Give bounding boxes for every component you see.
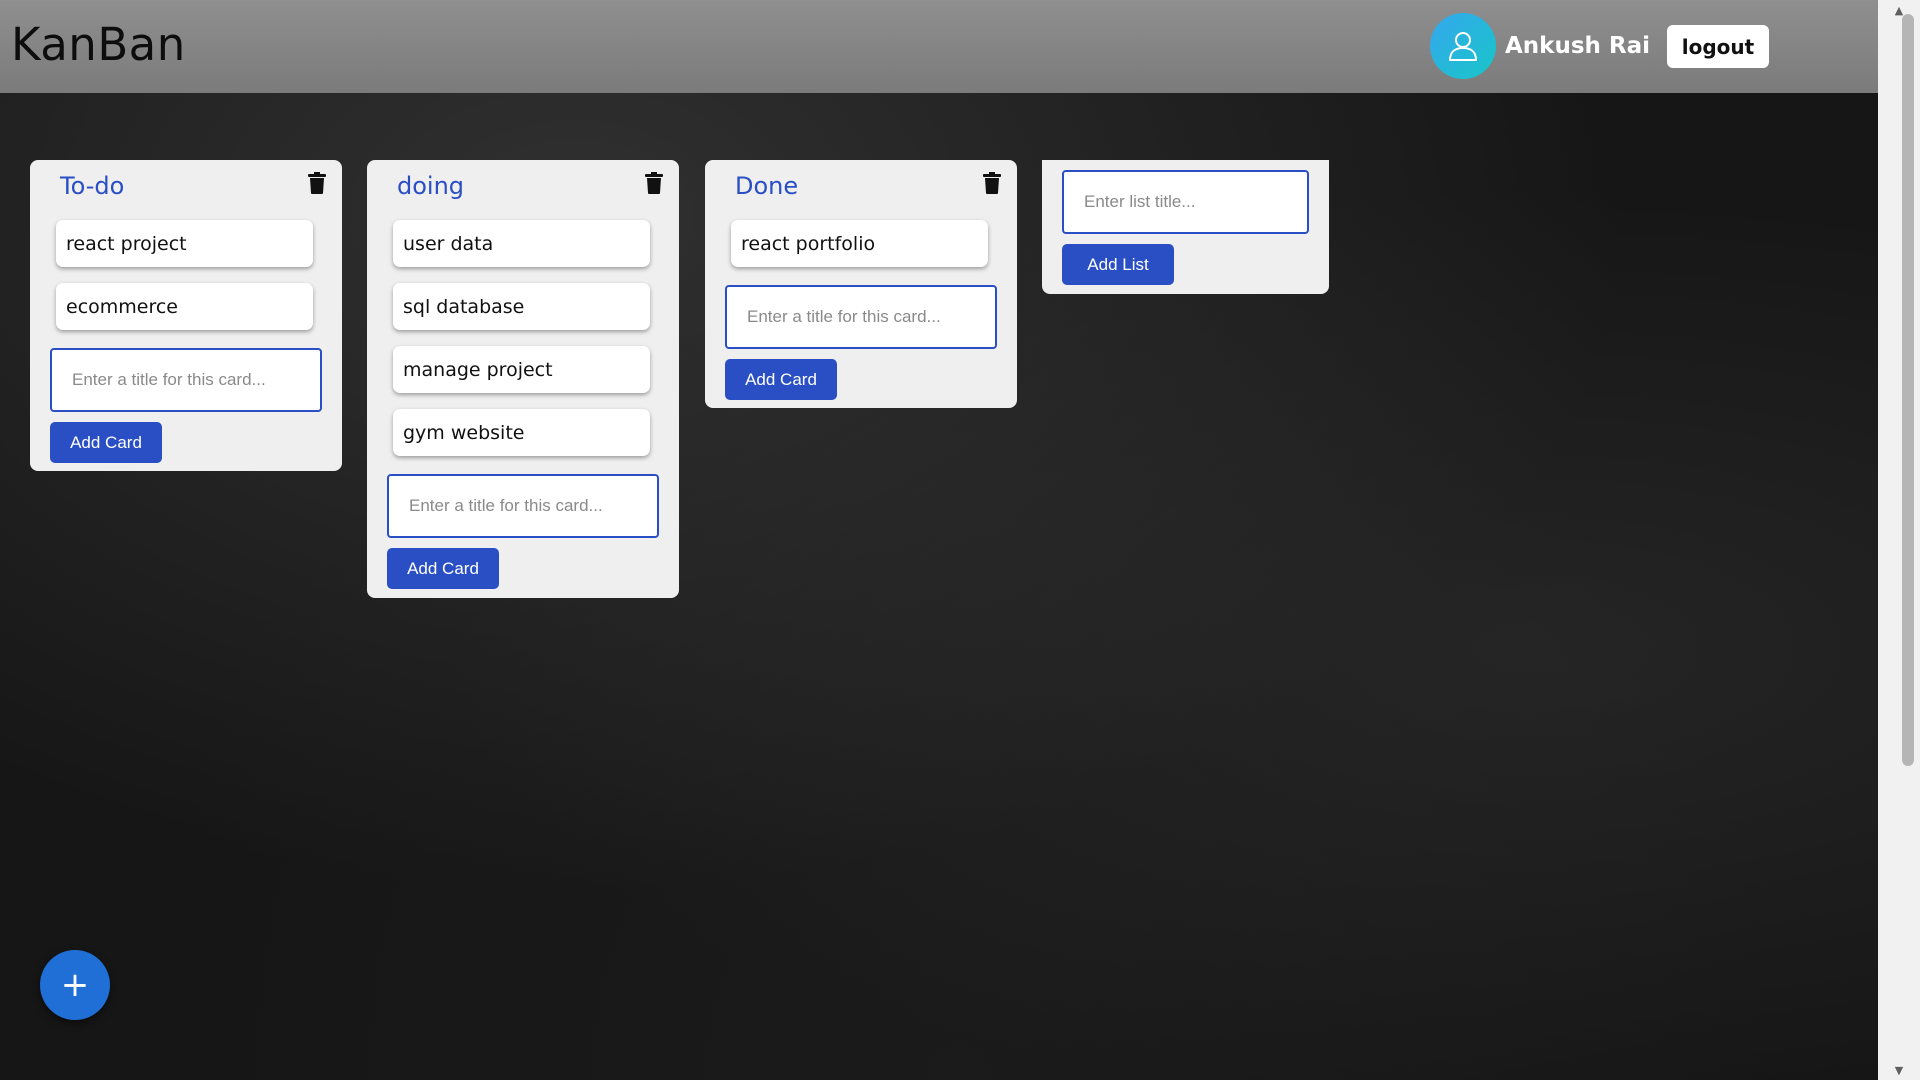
vertical-scrollbar[interactable]: ▲ ▼ (1878, 0, 1920, 1080)
scroll-down-arrow-icon[interactable]: ▼ (1878, 1060, 1920, 1080)
user-icon (1449, 32, 1477, 61)
add-card-button[interactable]: Add Card (50, 422, 162, 463)
card[interactable]: gym website (393, 409, 650, 456)
scroll-up-arrow-icon[interactable]: ▲ (1878, 0, 1920, 20)
list-title-input[interactable] (1062, 170, 1309, 234)
list-title[interactable]: doing (397, 172, 464, 200)
delete-list-button[interactable] (643, 170, 665, 196)
trash-icon (308, 172, 326, 194)
app-root: KanBan Ankush Rai logout To-do react pro… (0, 0, 1878, 1080)
card[interactable]: react portfolio (731, 220, 988, 267)
user-avatar[interactable] (1430, 13, 1496, 79)
list-header: doing (367, 160, 679, 210)
card-title-input[interactable] (387, 474, 659, 538)
card[interactable]: user data (393, 220, 650, 267)
logout-button[interactable]: logout (1667, 25, 1769, 68)
plus-icon: + (60, 965, 90, 1005)
add-list-panel: Add List (1042, 160, 1329, 294)
list-title[interactable]: To-do (60, 172, 124, 200)
card-title-input[interactable] (50, 348, 322, 412)
card-title-input[interactable] (725, 285, 997, 349)
list-done: Done react portfolio Add Card (705, 160, 1017, 408)
add-card-button[interactable]: Add Card (387, 548, 499, 589)
trash-icon (983, 172, 1001, 194)
list-header: Done (705, 160, 1017, 210)
list-header: To-do (30, 160, 342, 210)
app-brand: KanBan (11, 18, 186, 71)
add-card-button[interactable]: Add Card (725, 359, 837, 400)
card[interactable]: sql database (393, 283, 650, 330)
card[interactable]: ecommerce (56, 283, 313, 330)
add-list-button[interactable]: Add List (1062, 244, 1174, 285)
scrollbar-thumb[interactable] (1902, 14, 1914, 766)
list-todo: To-do react project ecommerce Add Card (30, 160, 342, 471)
top-header: KanBan Ankush Rai logout (0, 0, 1878, 93)
list-doing: doing user data sql database manage proj… (367, 160, 679, 598)
trash-icon (645, 172, 663, 194)
add-board-fab[interactable]: + (40, 950, 110, 1020)
card[interactable]: react project (56, 220, 313, 267)
list-title[interactable]: Done (735, 172, 798, 200)
card[interactable]: manage project (393, 346, 650, 393)
delete-list-button[interactable] (981, 170, 1003, 196)
delete-list-button[interactable] (306, 170, 328, 196)
user-name: Ankush Rai (1505, 33, 1651, 59)
